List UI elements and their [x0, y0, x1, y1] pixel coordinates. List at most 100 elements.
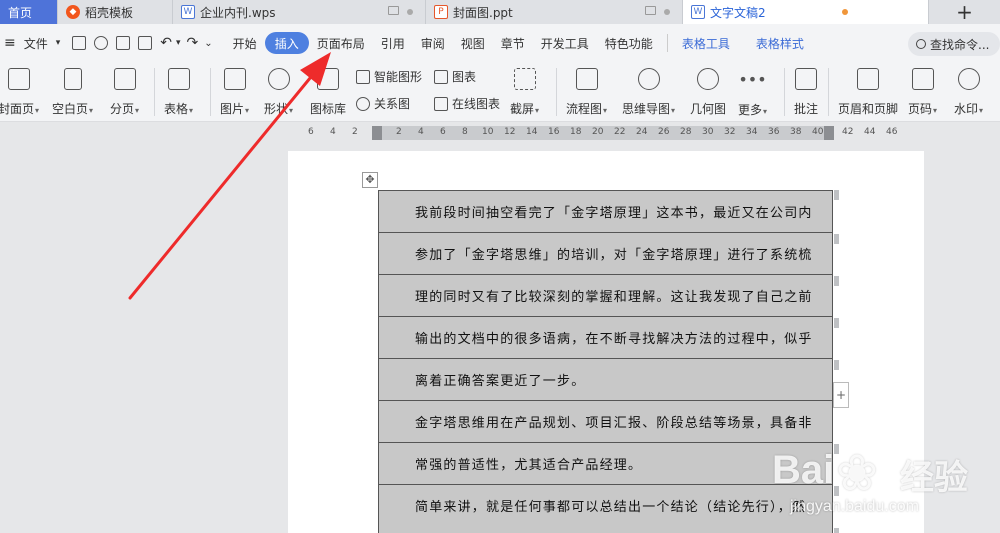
cell-text: 输出的文档中的很多语病，在不断寻找解决方法的过程中，似乎: [415, 332, 813, 347]
table-row[interactable]: 参加了「金字塔思维」的培训，对「金字塔原理」进行了系统梳: [379, 232, 832, 274]
page-number-icon: [911, 68, 934, 90]
format-painter-icon[interactable]: [94, 36, 109, 50]
picture-button[interactable]: 图片: [220, 66, 249, 117]
watermark-button[interactable]: 水印: [954, 66, 983, 117]
ruler-number: 44: [864, 127, 876, 137]
ruler-number: 4: [330, 127, 336, 137]
table-row[interactable]: 理的同时又有了比较深刻的掌握和理解。这让我发现了自己之前: [379, 274, 832, 316]
ruler-number: 34: [746, 127, 758, 137]
table-button[interactable]: 表格: [164, 66, 193, 117]
ruler-right-margin-marker[interactable]: [824, 126, 834, 140]
cell-text: 理的同时又有了比较深刻的掌握和理解。这让我发现了自己之前: [415, 290, 813, 305]
mindmap-icon: [637, 68, 660, 90]
ruler-number: 12: [504, 127, 516, 137]
relation-chart-button[interactable]: 关系图: [356, 95, 410, 112]
tool-label: 水印: [954, 100, 983, 117]
menu-file[interactable]: 文件: [16, 32, 56, 54]
menu-developer[interactable]: 开发工具: [533, 32, 597, 54]
table-move-handle[interactable]: ✥: [362, 172, 378, 188]
ruler-number: 22: [614, 127, 626, 137]
cell-text: 常强的普适性，尤其适合产品经理。: [415, 458, 643, 473]
menu-divider: [666, 34, 668, 52]
ruler-number: 18: [570, 127, 582, 137]
table-row[interactable]: 我前段时间抽空看完了「金字塔原理」这本书，最近又在公司内: [379, 190, 832, 232]
chart-button[interactable]: 图表: [434, 68, 476, 85]
mindmap-button[interactable]: 思维导图: [622, 66, 675, 117]
tab-label: 企业内刊.wps: [200, 5, 276, 20]
screenshot-icon: [513, 68, 536, 90]
unsaved-dot-icon[interactable]: [842, 9, 848, 15]
menu-table-tools[interactable]: 表格工具: [674, 32, 738, 54]
toolbar-divider: [784, 68, 785, 116]
save-icon[interactable]: [72, 36, 87, 50]
new-tab-button[interactable]: +: [929, 0, 1000, 24]
tool-label: 更多: [738, 101, 767, 118]
cover-page-button[interactable]: 封面页: [0, 66, 39, 117]
tab-current-doc[interactable]: W 文字文稿2: [683, 0, 929, 24]
screenshot-button[interactable]: 截屏: [510, 66, 539, 117]
ruler-number: 28: [680, 127, 692, 137]
table-row[interactable]: 输出的文档中的很多语病，在不断寻找解决方法的过程中，似乎: [379, 316, 832, 358]
header-footer-button[interactable]: 页眉和页脚: [838, 66, 898, 117]
menu-features[interactable]: 特色功能: [597, 32, 661, 54]
ruler-number: 4: [418, 127, 424, 137]
comment-button[interactable]: 批注: [794, 66, 818, 117]
shape-button[interactable]: 形状: [264, 66, 293, 117]
tab-home[interactable]: 首页: [0, 0, 58, 24]
table-icon: [167, 68, 190, 90]
menu-chapter[interactable]: 章节: [493, 32, 533, 54]
menu-bar: ≡ 文件 ▾ ↶ ▾ ↷ ⌄ 开始 插入 页面布局 引用 审阅 视图 章节 开发…: [0, 24, 1000, 62]
watermark-icon: [957, 68, 980, 90]
print-preview-icon[interactable]: [138, 36, 153, 50]
undo-icon[interactable]: ↶: [160, 35, 172, 51]
redo-icon[interactable]: ↷: [187, 35, 199, 51]
menu-reference[interactable]: 引用: [373, 32, 413, 54]
close-dot-icon[interactable]: [407, 9, 413, 15]
watermark-brand2: 经验: [900, 458, 968, 498]
tool-label: 图标库: [310, 102, 347, 116]
icon-library-button[interactable]: 图标库: [310, 66, 346, 117]
smart-art-button[interactable]: 智能图形: [356, 68, 422, 85]
page-number-button[interactable]: 页码: [908, 66, 937, 117]
chevron-down-icon[interactable]: ▾: [176, 38, 181, 48]
tool-label: 封面页: [0, 100, 39, 117]
tool-label: 页码: [908, 100, 937, 117]
page-break-button[interactable]: 分页: [110, 66, 139, 117]
tab-ppt-file[interactable]: P 封面图.ppt: [426, 0, 683, 24]
geometry-button[interactable]: 几何图: [690, 66, 726, 117]
menu-insert[interactable]: 插入: [264, 32, 309, 54]
relation-chart-icon: [356, 96, 370, 111]
tool-label: 思维导图: [622, 100, 675, 117]
chevron-down-icon[interactable]: ▾: [56, 38, 61, 48]
baidu-jingyan-watermark: Bai ❀ 经验 jingyan.baidu.com: [762, 420, 1000, 533]
menu-table-style[interactable]: 表格样式: [748, 32, 812, 54]
table-row[interactable]: 离着正确答案更近了一步。: [379, 358, 832, 400]
row-end-marker: [834, 318, 839, 328]
menu-review[interactable]: 审阅: [413, 32, 453, 54]
cell-text: 金字塔思维用在产品规划、项目汇报、阶段总结等场景，具备非: [415, 416, 813, 431]
customize-quick-access-icon[interactable]: ⌄: [204, 38, 212, 49]
tab-wps-file[interactable]: W 企业内刊.wps: [173, 0, 426, 24]
print-icon[interactable]: [116, 36, 131, 50]
add-column-button[interactable]: +: [833, 382, 849, 408]
icon-library-icon: [317, 68, 339, 90]
hamburger-icon[interactable]: ≡: [4, 35, 16, 51]
blank-page-icon: [63, 68, 82, 90]
menu-view[interactable]: 视图: [453, 32, 493, 54]
tab-daoke-template[interactable]: ◆ 稻壳模板: [58, 0, 173, 24]
blank-page-button[interactable]: 空白页: [52, 66, 93, 117]
online-chart-icon: [434, 96, 448, 111]
ppt-icon: P: [434, 5, 448, 19]
tool-label: 页眉和页脚: [838, 102, 899, 116]
flowchart-button[interactable]: 流程图: [566, 66, 607, 117]
command-search[interactable]: 查找命令...: [908, 32, 1000, 56]
tab-bar: 首页 ◆ 稻壳模板 W 企业内刊.wps P 封面图.ppt W 文字文稿2 +: [0, 0, 1000, 24]
horizontal-ruler[interactable]: 6 4 2 2 4 6 8 10 12 14 16 18 20 22 24 26…: [288, 124, 924, 142]
close-dot-icon[interactable]: [664, 9, 670, 15]
menu-page-layout[interactable]: 页面布局: [309, 32, 373, 54]
cover-page-icon: [7, 68, 30, 90]
menu-start[interactable]: 开始: [225, 32, 265, 54]
online-chart-button[interactable]: 在线图表: [434, 95, 500, 112]
ruler-left-margin-marker[interactable]: [372, 126, 382, 140]
more-button[interactable]: ••• 更多: [738, 66, 767, 118]
